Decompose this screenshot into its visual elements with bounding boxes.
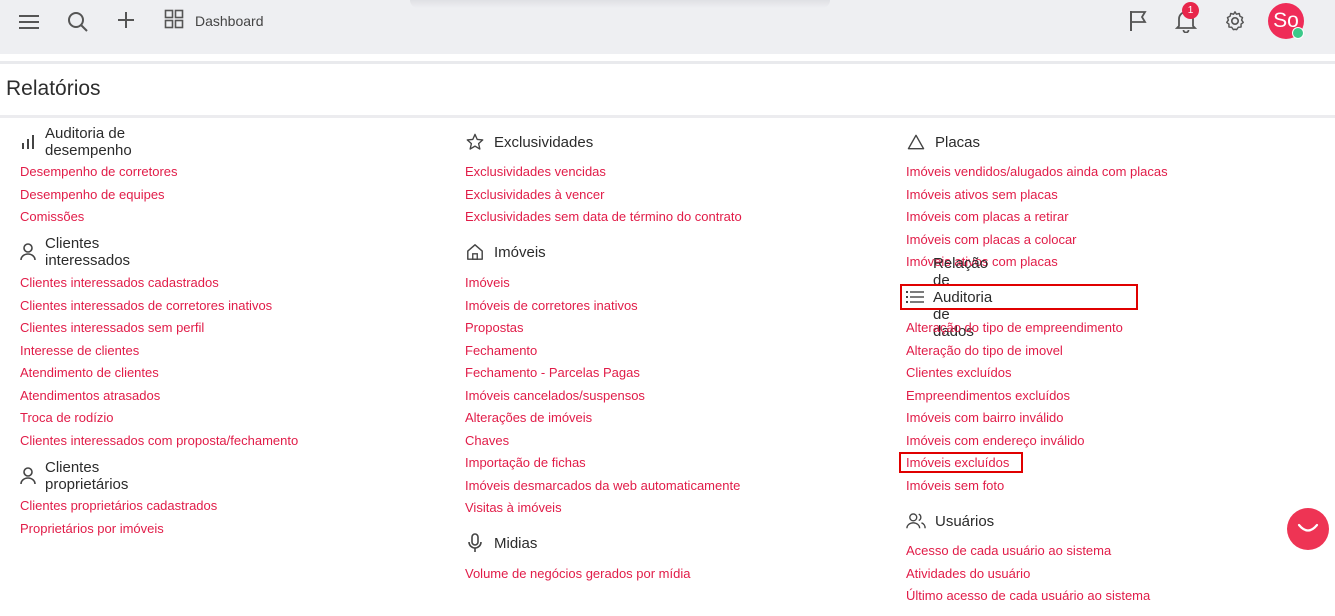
home-icon	[465, 242, 485, 262]
report-link[interactable]: Imóveis sem foto	[906, 478, 1004, 493]
search-icon[interactable]	[65, 9, 91, 35]
star-icon	[465, 132, 485, 152]
highlight-box-link	[899, 452, 1023, 473]
report-link[interactable]: Chaves	[465, 433, 509, 448]
report-link[interactable]: Imóveis de corretores inativos	[465, 298, 638, 313]
section-usuarios: Usuários	[906, 509, 994, 533]
header-divider	[0, 61, 1335, 64]
title-divider	[0, 115, 1335, 118]
report-link[interactable]: Clientes interessados cadastrados	[20, 275, 219, 290]
section-title: Exclusividades	[494, 133, 594, 151]
report-link[interactable]: Alterações de imóveis	[465, 410, 592, 425]
report-link[interactable]: Clientes excluídos	[906, 365, 1012, 380]
plus-icon[interactable]	[113, 7, 139, 33]
section-clientes-proprietarios: Clientes proprietários	[20, 459, 132, 493]
report-link[interactable]: Imóveis cancelados/suspensos	[465, 388, 645, 403]
chat-icon	[1297, 523, 1319, 532]
menu-icon[interactable]	[16, 9, 42, 35]
report-link[interactable]: Acesso de cada usuário ao sistema	[906, 543, 1111, 558]
section-clientes-interessados: Clientes interessados	[20, 235, 134, 269]
section-imoveis: Imóveis	[465, 240, 546, 264]
section-title: Auditoria de desempenho	[45, 125, 132, 159]
section-title: Midias	[494, 534, 538, 552]
report-link[interactable]: Desempenho de corretores	[20, 164, 178, 179]
flag-icon[interactable]	[1126, 8, 1150, 34]
report-link[interactable]: Imóveis	[465, 275, 510, 290]
section-exclusividades: Exclusividades	[465, 130, 593, 154]
report-link[interactable]: Imóveis com placas a colocar	[906, 232, 1077, 247]
microphone-icon	[465, 533, 485, 553]
report-link[interactable]: Volume de negócios gerados por mídia	[465, 566, 690, 581]
triangle-icon	[906, 132, 926, 152]
report-link[interactable]: Alteração do tipo de imovel	[906, 343, 1063, 358]
report-link[interactable]: Atendimentos atrasados	[20, 388, 160, 403]
report-link[interactable]: Propostas	[465, 320, 524, 335]
top-shade	[410, 0, 830, 8]
report-link[interactable]: Exclusividades vencidas	[465, 164, 606, 179]
chat-button[interactable]	[1287, 508, 1329, 550]
report-link[interactable]: Clientes proprietários cadastrados	[20, 498, 217, 513]
report-link[interactable]: Clientes interessados de corretores inat…	[20, 298, 272, 313]
user-icon	[20, 242, 36, 262]
report-link[interactable]: Troca de rodízio	[20, 410, 113, 425]
section-title: Clientes interessados	[45, 235, 131, 269]
report-link[interactable]: Comissões	[20, 209, 84, 224]
notification-badge: 1	[1182, 2, 1199, 19]
report-link[interactable]: Visitas à imóveis	[465, 500, 562, 515]
report-link[interactable]: Alteração do tipo de empreendimento	[906, 320, 1123, 335]
page-title: Relatórios	[6, 77, 101, 100]
dashboard-grid-icon	[164, 9, 184, 34]
report-link[interactable]: Imóveis desmarcados da web automaticamen…	[465, 478, 740, 493]
report-link[interactable]: Proprietários por imóveis	[20, 521, 164, 536]
report-link[interactable]: Importação de fichas	[465, 455, 586, 470]
report-link[interactable]: Clientes interessados sem perfil	[20, 320, 204, 335]
user-icon	[20, 466, 36, 486]
report-link[interactable]: Fechamento	[465, 343, 537, 358]
report-link[interactable]: Clientes interessados com proposta/fecha…	[20, 433, 298, 448]
section-midias: Midias	[465, 531, 537, 555]
report-link[interactable]: Exclusividades à vencer	[465, 187, 604, 202]
section-title: Usuários	[935, 512, 995, 530]
report-link[interactable]: Desempenho de equipes	[20, 187, 165, 202]
report-link[interactable]: Imóveis vendidos/alugados ainda com plac…	[906, 164, 1168, 179]
section-auditoria-desempenho: Auditoria de desempenho	[20, 125, 136, 159]
section-title: Clientes proprietários	[45, 459, 129, 493]
online-status-dot	[1292, 27, 1304, 39]
gear-icon[interactable]	[1222, 8, 1248, 34]
top-bar: Dashboard 1 So	[0, 0, 1335, 54]
report-link[interactable]: Empreendimentos excluídos	[906, 388, 1070, 403]
report-link[interactable]: Exclusividades sem data de término do co…	[465, 209, 742, 224]
users-icon	[906, 511, 926, 531]
report-link[interactable]: Imóveis com placas a retirar	[906, 209, 1069, 224]
dashboard-label: Dashboard	[195, 13, 264, 29]
section-placas: Placas	[906, 130, 980, 154]
section-title: Placas	[935, 133, 981, 151]
report-link[interactable]: Fechamento - Parcelas Pagas	[465, 365, 640, 380]
highlight-box-section	[900, 284, 1138, 310]
report-link[interactable]: Último acesso de cada usuário ao sistema	[906, 588, 1150, 603]
report-link[interactable]: Imóveis com bairro inválido	[906, 410, 1064, 425]
report-link[interactable]: Imóveis ativos sem placas	[906, 187, 1058, 202]
section-title: Imóveis	[494, 243, 546, 261]
report-link[interactable]: Imóveis com endereço inválido	[906, 433, 1084, 448]
report-link[interactable]: Interesse de clientes	[20, 343, 139, 358]
report-link[interactable]: Atividades do usuário	[906, 566, 1030, 581]
dashboard-link[interactable]: Dashboard	[164, 9, 264, 33]
report-link[interactable]: Atendimento de clientes	[20, 365, 159, 380]
bar-chart-icon	[20, 132, 36, 152]
